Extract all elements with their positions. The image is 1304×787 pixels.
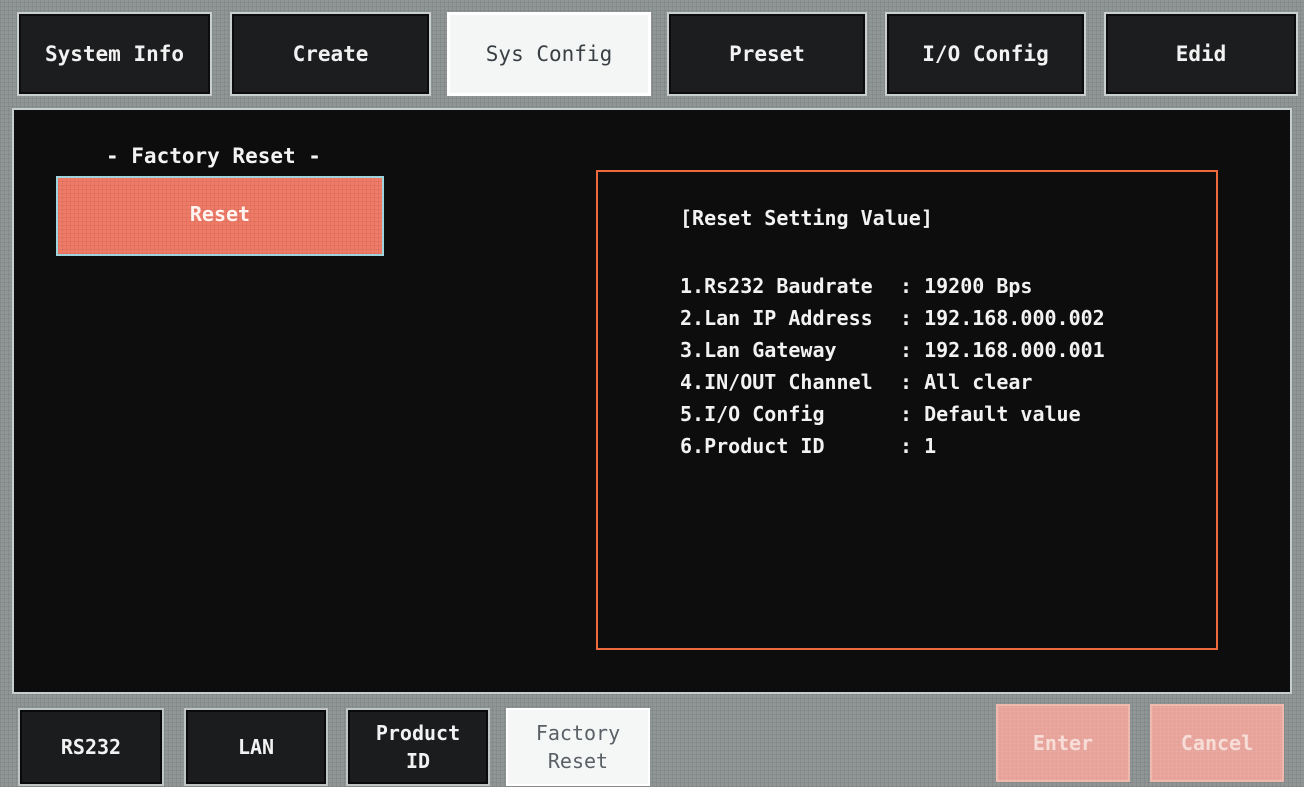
info-value: : 192.168.000.002 — [900, 306, 1105, 330]
subtab-label: RS232 — [60, 735, 122, 759]
info-value: : 192.168.000.001 — [900, 338, 1105, 362]
tab-system-info[interactable]: System Info — [17, 12, 212, 96]
info-title: [Reset Setting Value] — [680, 206, 933, 230]
reset-button[interactable]: Reset — [56, 176, 384, 256]
info-row: 5.I/O Config : Default value — [680, 398, 1105, 430]
info-row: 2.Lan IP Address : 192.168.000.002 — [680, 302, 1105, 334]
tab-edid[interactable]: Edid — [1104, 12, 1298, 96]
info-row: 3.Lan Gateway : 192.168.000.001 — [680, 334, 1105, 366]
subtab-product-id[interactable]: Product ID — [346, 708, 490, 786]
subtab-label: LAN — [237, 735, 275, 759]
info-label: 5.I/O Config — [680, 402, 825, 426]
tab-label: Preset — [729, 42, 805, 66]
subtab-label-line1: Factory — [535, 721, 621, 745]
touch-screen: System Info Create Sys Config Preset I/O… — [0, 0, 1304, 787]
tab-label: I/O Config — [922, 42, 1049, 66]
info-label: 1.Rs232 Baudrate — [680, 274, 873, 298]
enter-button[interactable]: Enter — [996, 704, 1130, 782]
subtab-rs232[interactable]: RS232 — [18, 708, 164, 786]
info-row: 1.Rs232 Baudrate : 19200 Bps — [680, 270, 1105, 302]
subtab-label-line1: Product — [375, 721, 461, 745]
tab-label: Sys Config — [485, 42, 613, 66]
reset-info-box: [Reset Setting Value] 1.Rs232 Baudrate : … — [596, 170, 1218, 650]
info-value: : All clear — [900, 370, 1033, 394]
info-value: : 1 — [900, 434, 937, 458]
tab-create[interactable]: Create — [230, 12, 431, 96]
subtab-label-group: Product ID — [376, 719, 460, 775]
info-label: 3.Lan Gateway — [680, 338, 837, 362]
tab-io-config[interactable]: I/O Config — [885, 12, 1086, 96]
subtab-label-group: Factory Reset — [536, 719, 620, 775]
tab-sys-config[interactable]: Sys Config — [447, 12, 651, 96]
bottom-bar: RS232 LAN Product ID Factory Reset Enter… — [12, 698, 1292, 786]
subtab-label-line2: Reset — [547, 749, 609, 773]
info-label: 4.IN/OUT Channel — [680, 370, 873, 394]
enter-button-label: Enter — [1032, 731, 1094, 755]
subtab-label-line2: ID — [405, 749, 431, 773]
subtab-factory-reset[interactable]: Factory Reset — [506, 708, 650, 786]
cancel-button[interactable]: Cancel — [1150, 704, 1284, 782]
info-label: 2.Lan IP Address — [680, 306, 873, 330]
info-list: 1.Rs232 Baudrate : 19200 Bps 2.Lan IP Add… — [680, 270, 1105, 462]
reset-button-label: Reset — [189, 202, 251, 226]
section-title: - Factory Reset - — [106, 144, 321, 168]
tab-preset[interactable]: Preset — [667, 12, 867, 96]
info-label: 6.Product ID — [680, 434, 825, 458]
tab-label: Edid — [1175, 42, 1227, 66]
tab-label: Create — [292, 42, 369, 66]
info-value: : 19200 Bps — [900, 274, 1033, 298]
main-panel: - Factory Reset - Reset [Reset Setting V… — [12, 108, 1292, 694]
info-row: 6.Product ID : 1 — [680, 430, 1105, 462]
info-value: : Default value — [900, 402, 1081, 426]
tab-label: System Info — [44, 42, 185, 66]
info-row: 4.IN/OUT Channel : All clear — [680, 366, 1105, 398]
subtab-lan[interactable]: LAN — [184, 708, 328, 786]
cancel-button-label: Cancel — [1180, 731, 1254, 755]
